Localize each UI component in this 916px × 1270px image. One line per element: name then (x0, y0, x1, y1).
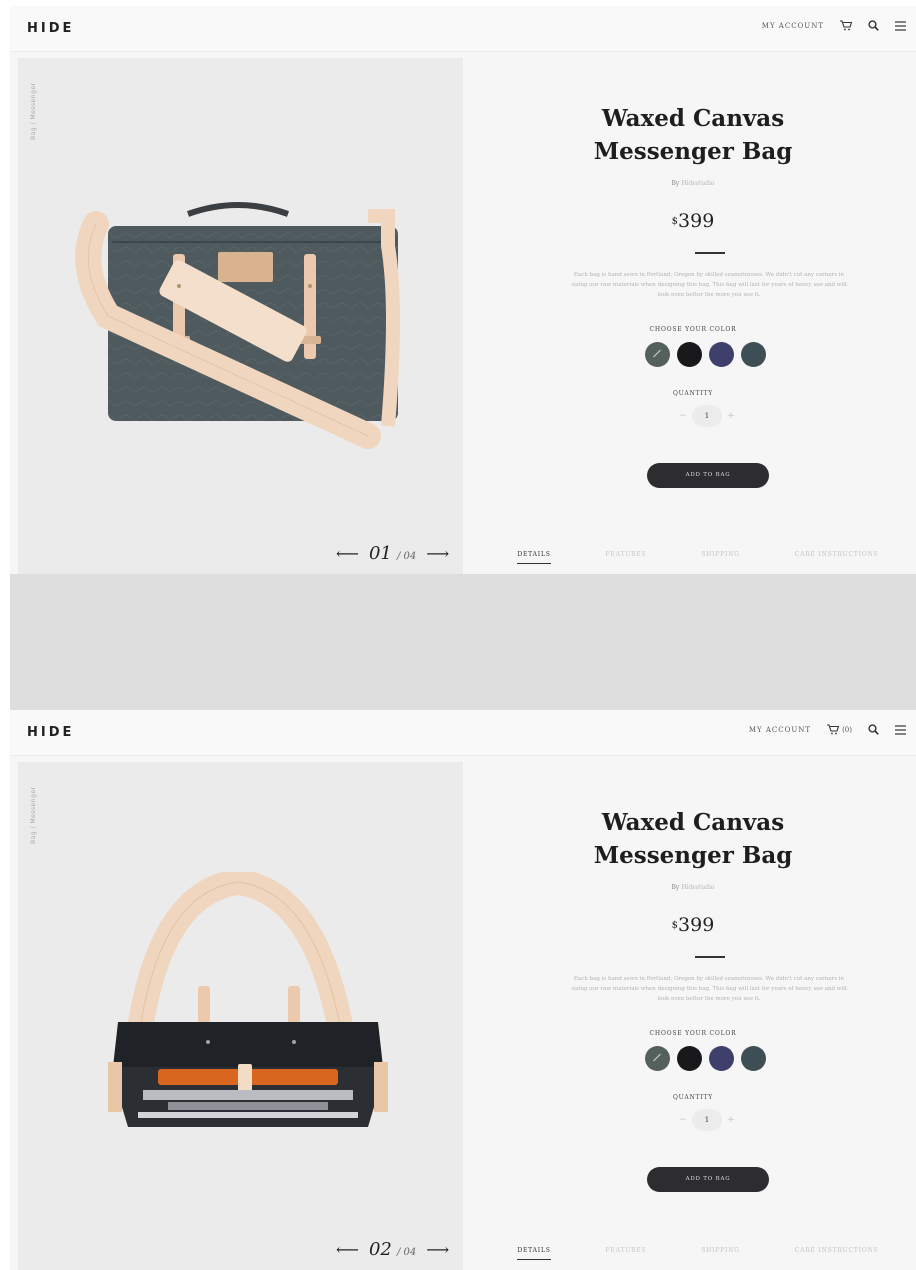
price-value: 399 (678, 210, 715, 232)
top-nav: MY ACCOUNT (762, 20, 906, 31)
tab-care-instructions[interactable]: CARE INSTRUCTIONS (795, 551, 879, 564)
cart-button[interactable]: (0) (827, 724, 852, 735)
product-tabs: DETAILS FEATURES SHIPPING CARE INSTRUCTI… (470, 551, 916, 564)
byline: By Hidestudio (470, 884, 916, 891)
color-swatches (645, 1046, 766, 1071)
prev-arrow-icon[interactable]: ⟵ (336, 1240, 359, 1259)
quantity-label: QUANTITY (672, 1094, 714, 1101)
breadcrumb: Bag / Messenger (30, 82, 37, 140)
color-swatch-teal-gray[interactable] (741, 1046, 766, 1071)
brand-logo[interactable]: HIDE (27, 21, 74, 36)
color-label: CHOOSE YOUR COLOR (649, 1030, 737, 1037)
product-description: Each bag is hand sewn in Portland, Orego… (571, 272, 847, 298)
product-info: Waxed Canvas Messenger Bag By Hidestudio… (470, 762, 916, 1270)
search-icon[interactable] (868, 20, 879, 31)
product-gallery: Bag / Messenger ⟵ 02 / 04 ⟶ (18, 762, 463, 1270)
quantity-decrement-button[interactable]: − (675, 406, 691, 426)
bag-open-image (108, 872, 388, 1127)
color-swatch-slate[interactable] (645, 1046, 670, 1071)
quantity-increment-button[interactable]: + (723, 406, 739, 426)
product-tabs: DETAILS FEATURES SHIPPING CARE INSTRUCTI… (470, 1247, 916, 1260)
separator-band (10, 574, 916, 710)
breadcrumb: Bag / Messenger (30, 786, 37, 844)
prev-arrow-icon[interactable]: ⟵ (336, 544, 359, 563)
cart-icon (840, 20, 852, 31)
brand-logo[interactable]: HIDE (27, 725, 74, 740)
cart-count: (0) (842, 725, 852, 734)
add-to-bag-button[interactable]: ADD TO BAG (647, 1167, 769, 1192)
next-arrow-icon[interactable]: ⟶ (426, 1240, 449, 1259)
by-label: By (671, 180, 680, 187)
product-screen-2: HIDE MY ACCOUNT (0) Bag / Messenger ⟵ 02… (10, 710, 916, 1270)
author-link[interactable]: Hidestudio (681, 884, 714, 891)
quantity-increment-button[interactable]: + (723, 1110, 739, 1130)
color-swatch-navy[interactable] (709, 1046, 734, 1071)
title-line-2: Messenger Bag (593, 138, 793, 165)
divider (695, 252, 725, 254)
quantity-decrement-button[interactable]: − (675, 1110, 691, 1130)
quantity-stepper: − 1 + (675, 1109, 739, 1131)
slide-total: / 04 (396, 1247, 417, 1258)
add-to-bag-button[interactable]: ADD TO BAG (647, 463, 769, 488)
tab-features[interactable]: FEATURES (605, 1247, 646, 1260)
my-account-link[interactable]: MY ACCOUNT (762, 22, 824, 30)
title-line-2: Messenger Bag (593, 842, 793, 869)
product-title: Waxed Canvas Messenger Bag (470, 102, 916, 168)
quantity-stepper: − 1 + (675, 405, 739, 427)
byline: By Hidestudio (470, 180, 916, 187)
my-account-link[interactable]: MY ACCOUNT (749, 726, 811, 734)
tab-shipping[interactable]: SHIPPING (701, 551, 740, 564)
tab-shipping[interactable]: SHIPPING (701, 1247, 740, 1260)
color-label: CHOOSE YOUR COLOR (649, 326, 737, 333)
price: $399 (470, 210, 916, 232)
title-line-1: Waxed Canvas (601, 105, 785, 132)
slide-current: 02 (368, 1239, 392, 1260)
cart-button[interactable] (840, 20, 852, 31)
by-label: By (671, 884, 680, 891)
color-swatch-teal-gray[interactable] (741, 342, 766, 367)
menu-icon[interactable] (895, 20, 906, 31)
color-swatch-slate[interactable] (645, 342, 670, 367)
tab-details[interactable]: DETAILS (517, 551, 551, 564)
menu-icon[interactable] (895, 724, 906, 735)
slide-pager: ⟵ 01 / 04 ⟶ (336, 543, 449, 564)
color-swatch-navy[interactable] (709, 342, 734, 367)
price: $399 (470, 914, 916, 936)
product-info: Waxed Canvas Messenger Bag By Hidestudio… (470, 58, 916, 574)
tab-details[interactable]: DETAILS (517, 1247, 551, 1260)
product-gallery: Bag / Messenger ⟵ 01 / 04 ⟶ (18, 58, 463, 574)
divider (695, 956, 725, 958)
top-bar: HIDE MY ACCOUNT (0) (10, 710, 916, 756)
author-link[interactable]: Hidestudio (681, 180, 714, 187)
color-swatches (645, 342, 766, 367)
tab-features[interactable]: FEATURES (605, 551, 646, 564)
top-bar: HIDE MY ACCOUNT (10, 6, 916, 52)
color-swatch-black[interactable] (677, 342, 702, 367)
slide-pager: ⟵ 02 / 04 ⟶ (336, 1239, 449, 1260)
bag-front-image (75, 202, 400, 449)
quantity-value[interactable]: 1 (692, 1109, 722, 1131)
search-icon[interactable] (868, 724, 879, 735)
quantity-label: QUANTITY (672, 390, 714, 397)
product-screen-1: HIDE MY ACCOUNT Bag / Messenger ⟵ 01 / 0… (10, 6, 916, 574)
price-value: 399 (678, 914, 715, 936)
product-title: Waxed Canvas Messenger Bag (470, 806, 916, 872)
product-description: Each bag is hand sewn in Portland, Orego… (571, 976, 847, 1002)
cart-icon (827, 724, 840, 735)
slide-current: 01 (368, 543, 392, 564)
title-line-1: Waxed Canvas (601, 809, 785, 836)
quantity-value[interactable]: 1 (692, 405, 722, 427)
tab-care-instructions[interactable]: CARE INSTRUCTIONS (795, 1247, 879, 1260)
top-nav: MY ACCOUNT (0) (749, 724, 906, 735)
next-arrow-icon[interactable]: ⟶ (426, 544, 449, 563)
slide-total: / 04 (396, 551, 417, 562)
color-swatch-black[interactable] (677, 1046, 702, 1071)
